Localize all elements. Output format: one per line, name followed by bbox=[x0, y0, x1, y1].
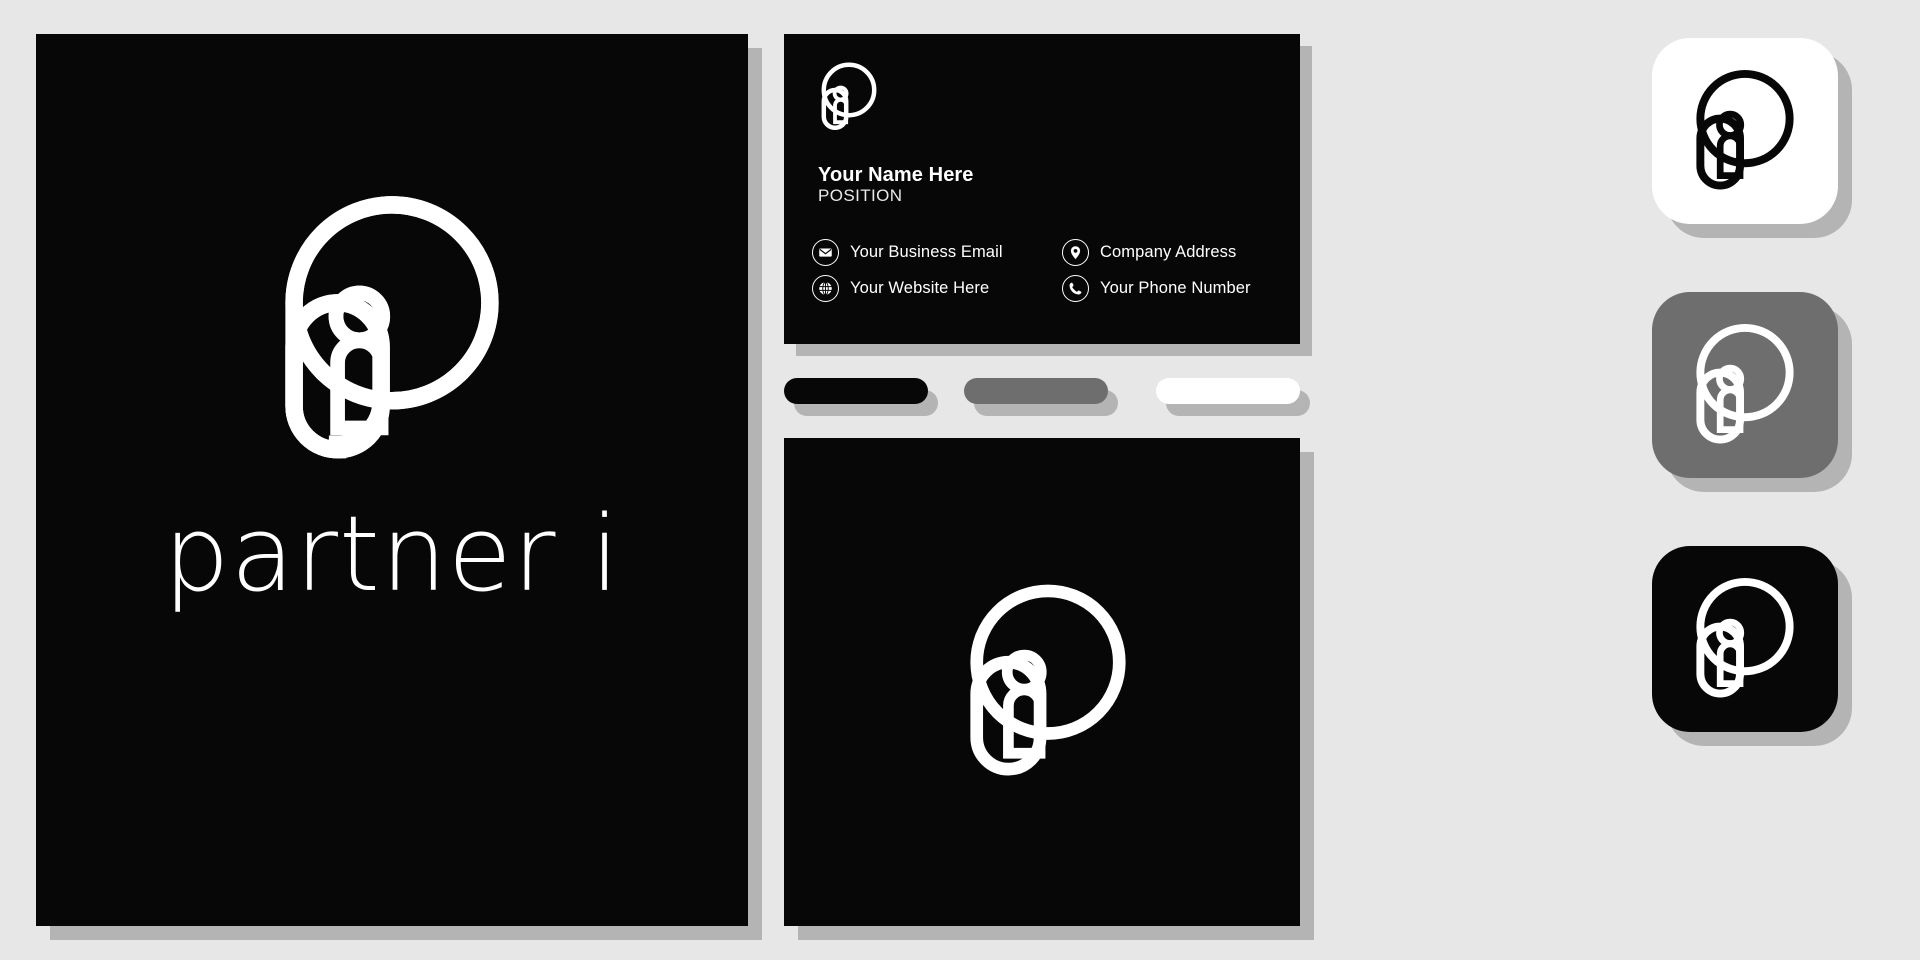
phone-icon bbox=[1062, 274, 1089, 302]
partner-p-person-logo-icon bbox=[970, 584, 1126, 776]
contact-row-address[interactable]: Company Address bbox=[1062, 238, 1282, 266]
business-card: Your Name Here POSITION Your Business Em… bbox=[784, 34, 1300, 344]
card-name: Your Name Here bbox=[818, 164, 974, 186]
brand-wordmark: partner i bbox=[163, 493, 621, 615]
location-pin-icon bbox=[1062, 238, 1089, 266]
app-icon-tile-gray[interactable] bbox=[1652, 292, 1838, 478]
color-palette-swatches bbox=[784, 378, 1314, 418]
contact-label: Your Website Here bbox=[850, 278, 990, 297]
partner-p-person-logo-icon bbox=[1696, 323, 1794, 444]
contact-label: Your Business Email bbox=[850, 242, 1003, 261]
envelope-icon bbox=[812, 238, 839, 266]
app-icon-tile-dark[interactable] bbox=[1652, 546, 1838, 732]
color-swatch-gray[interactable] bbox=[964, 378, 1108, 404]
partner-p-person-logo-icon bbox=[1696, 69, 1794, 190]
secondary-logo-panel bbox=[784, 438, 1300, 926]
contact-row-website[interactable]: Your Website Here bbox=[812, 274, 1062, 302]
card-position: POSITION bbox=[818, 186, 903, 205]
branding-mockup-canvas: partner i Your Name Here POSITION Your B… bbox=[0, 0, 1920, 960]
card-contact-list: Your Business Email Company Address Your… bbox=[812, 234, 1282, 306]
contact-label: Your Phone Number bbox=[1100, 278, 1251, 297]
contact-row-phone[interactable]: Your Phone Number bbox=[1062, 274, 1282, 302]
partner-p-person-logo-icon bbox=[821, 62, 877, 131]
partner-p-person-logo-icon bbox=[285, 196, 499, 459]
primary-logo-panel: partner i bbox=[36, 34, 748, 926]
app-icon-tile-light[interactable] bbox=[1652, 38, 1838, 224]
contact-label: Company Address bbox=[1100, 242, 1237, 261]
globe-icon bbox=[812, 274, 839, 302]
color-swatch-black[interactable] bbox=[784, 378, 928, 404]
contact-row-email[interactable]: Your Business Email bbox=[812, 238, 1062, 266]
partner-p-person-logo-icon bbox=[1696, 577, 1794, 698]
color-swatch-white[interactable] bbox=[1156, 378, 1300, 404]
